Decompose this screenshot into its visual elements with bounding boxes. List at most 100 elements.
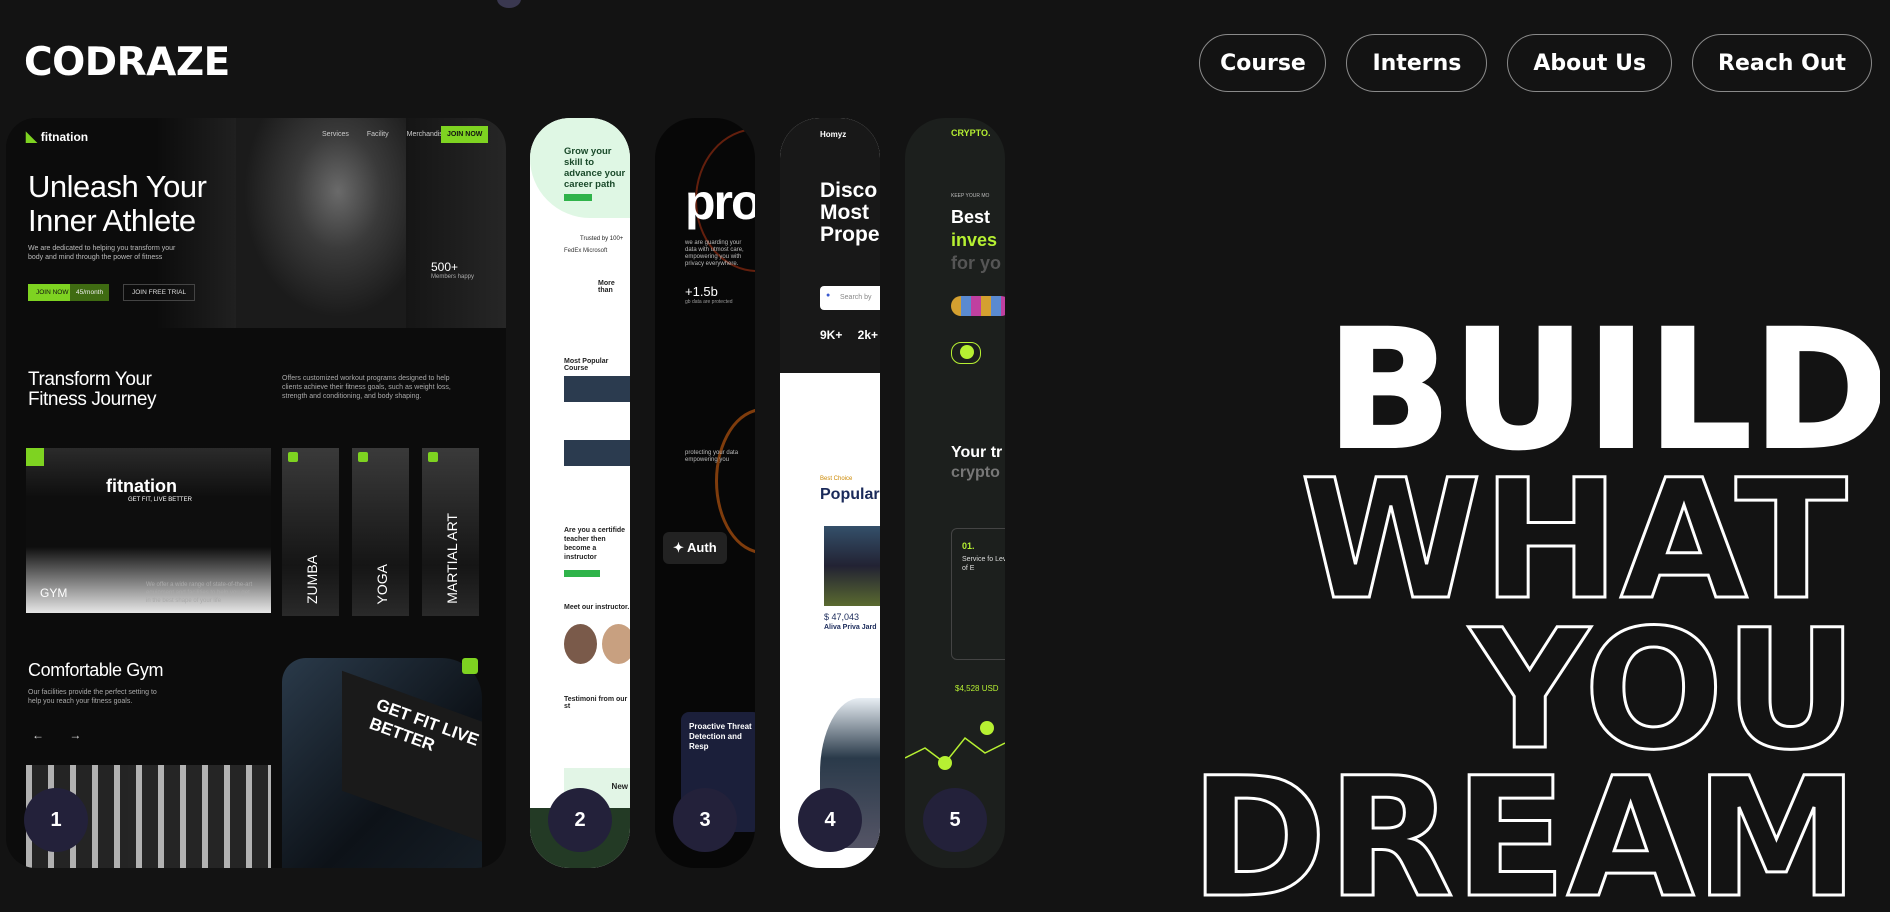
course-grid (564, 376, 630, 476)
billboard-photo: GET FIT LIVE BETTER (282, 658, 482, 868)
sec-text: we are guarding your data with utmost ca… (685, 240, 744, 267)
hero-line-dream: DREAM (1190, 742, 1859, 900)
sec-stat: +1.5b gb data are protected (685, 284, 733, 305)
gym-sign: fitnation GET FIT, LIVE BETTER (106, 476, 192, 503)
homyz-headline: Disco Most Prope (820, 179, 880, 246)
crypto-line1: Best (951, 207, 991, 227)
crypto-line2: inves (951, 230, 998, 250)
crypto-service-box: 01. Service fo Level of E (951, 528, 1005, 660)
fit-members: 500+ Members happy (431, 260, 474, 280)
homyz-stats: 9K+ 2k+ (820, 328, 879, 342)
homyz-search: ● Search by (820, 286, 880, 310)
card-number-badge: 5 (923, 788, 987, 852)
crypto-your: Your tr crypto (951, 443, 1002, 483)
sec-auth-badge: ✦ Auth (663, 532, 727, 564)
project-card-crypto[interactable]: CRYPTO. KEEP YOUR MO Best inves for yo Y… (905, 118, 1005, 868)
learn-testimoni: Testimoni from our st (564, 696, 628, 710)
coin-icon (980, 721, 994, 735)
box-text: Service fo Level of E (962, 556, 1005, 572)
card-number-badge: 1 (24, 788, 88, 852)
learn-popular: Most Popular Course (564, 358, 609, 372)
gym-icon (26, 448, 44, 466)
fit-nav-item: Facility (366, 131, 389, 138)
sec-threat-title: Proactive Threat Detection and Resp (689, 722, 752, 751)
project-card-fitnation[interactable]: ◣ fitnation Services Facility Merchandise… (6, 118, 506, 868)
fit-section-title: Transform Your Fitness Journey (28, 369, 157, 410)
homyz-property: Aliva Priva Jard (824, 624, 877, 631)
homyz-price: $ 47,043 (824, 612, 860, 622)
homyz-brand: Homyz (820, 130, 847, 139)
arrow-button-icon (951, 342, 981, 364)
tile-label: ZUMBA (304, 555, 320, 604)
tile-yoga: YOGA (352, 448, 409, 616)
tile-icon (428, 452, 438, 462)
coin-icon (938, 756, 952, 770)
hero-headline: BUILD WHAT YOU DREAM (1189, 300, 1881, 900)
crypto-headline: Best inves for yo (951, 206, 1001, 275)
comfort-text: Our facilities provide the perfect setti… (28, 689, 157, 705)
crypto-your-text: Your tr (951, 444, 1003, 461)
star-icon: ✦ (673, 540, 688, 555)
fit-join-button: JOIN NOW (441, 126, 489, 143)
nav-interns-button[interactable]: Interns (1346, 34, 1488, 92)
gym-tagline: GET FIT, LIVE BETTER (128, 497, 192, 503)
instructor-avatar (564, 624, 597, 664)
fit-logo-icon: ◣ (26, 128, 37, 144)
members-label: Members happy (431, 274, 475, 280)
learn-new-label: New (611, 782, 628, 791)
fit-subtext: We are dedicated to helping you transfor… (28, 245, 176, 261)
tile-zumba: ZUMBA (282, 448, 339, 616)
homyz-popular: Popular (820, 486, 880, 503)
tile-label: MARTIAL ART (444, 513, 460, 604)
zoom-icon (462, 658, 478, 674)
fit-logo: ◣ fitnation (26, 128, 88, 145)
nav-course-button[interactable]: Course (1199, 34, 1327, 92)
sec-stat-value: +1.5b (685, 284, 718, 299)
house-photo (824, 526, 880, 606)
fit-nav-item: Services (322, 131, 349, 138)
gym-sign-text: fitnation (106, 476, 177, 496)
card-number-badge: 4 (798, 788, 862, 852)
fit-trial-button: JOIN FREE TRIAL (123, 284, 196, 301)
instructor-avatar (602, 624, 630, 664)
gym-label: GYM (40, 586, 68, 600)
crypto-line3: for yo (951, 253, 1002, 273)
learn-cta-button (564, 194, 592, 201)
box-number: 01. (962, 541, 975, 551)
project-card-homyz[interactable]: Homyz Disco Most Prope ● Search by 9K+ 2k… (780, 118, 880, 868)
fit-headline: Unleash Your Inner Athlete (28, 169, 207, 238)
carousel-arrows-icon: ← → (32, 728, 82, 742)
learn-trusted: Trusted by 100+ (580, 236, 624, 242)
homyz-search-placeholder: Search by (840, 294, 872, 301)
card-number-badge: 3 (673, 788, 737, 852)
crypto-word: crypto (951, 464, 1000, 481)
learn-teacher-button (564, 570, 600, 577)
project-card-learning[interactable]: Grow your skill to advance your career p… (530, 118, 630, 868)
sec-title: pro (685, 174, 755, 230)
top-indicator-dot (497, 0, 521, 8)
learn-instructor: Meet our instructor. (564, 604, 630, 611)
homyz-editor: Best Choice (820, 476, 853, 482)
tile-icon (288, 452, 298, 462)
crypto-usd: $4,528 USD (955, 684, 999, 693)
learn-headline: Grow your skill to advance your career p… (564, 146, 626, 190)
crypto-kicker: KEEP YOUR MO (951, 193, 990, 199)
project-card-security[interactable]: pro we are guarding your data with utmos… (655, 118, 755, 868)
avatar-group (951, 296, 1005, 316)
learn-teacher: Are you a certifide teacher then become … (564, 527, 626, 561)
nav-about-button[interactable]: About Us (1507, 34, 1673, 92)
sec-protect: protecting your data empowering you (685, 450, 739, 463)
main-nav: Course Interns About Us Reach Out (1199, 34, 1872, 92)
crypto-brand: CRYPTO. (951, 128, 991, 138)
fit-logo-text: fitnation (40, 129, 89, 144)
nav-reach-out-button[interactable]: Reach Out (1692, 34, 1872, 92)
tile-icon (358, 452, 368, 462)
tile-label: YOGA (374, 563, 390, 604)
sec-stat-label: gb data are protected (685, 299, 733, 305)
fit-section-text: Offers customized workout programs desig… (282, 375, 451, 400)
brand-logo[interactable]: CODRAZE (24, 40, 230, 85)
learn-brands: FedEx Microsoft (564, 248, 608, 254)
tile-martial-art: MARTIAL ART (422, 448, 479, 616)
learn-more: More than (598, 280, 615, 294)
fit-nav: Services Facility Merchandise (322, 131, 447, 138)
